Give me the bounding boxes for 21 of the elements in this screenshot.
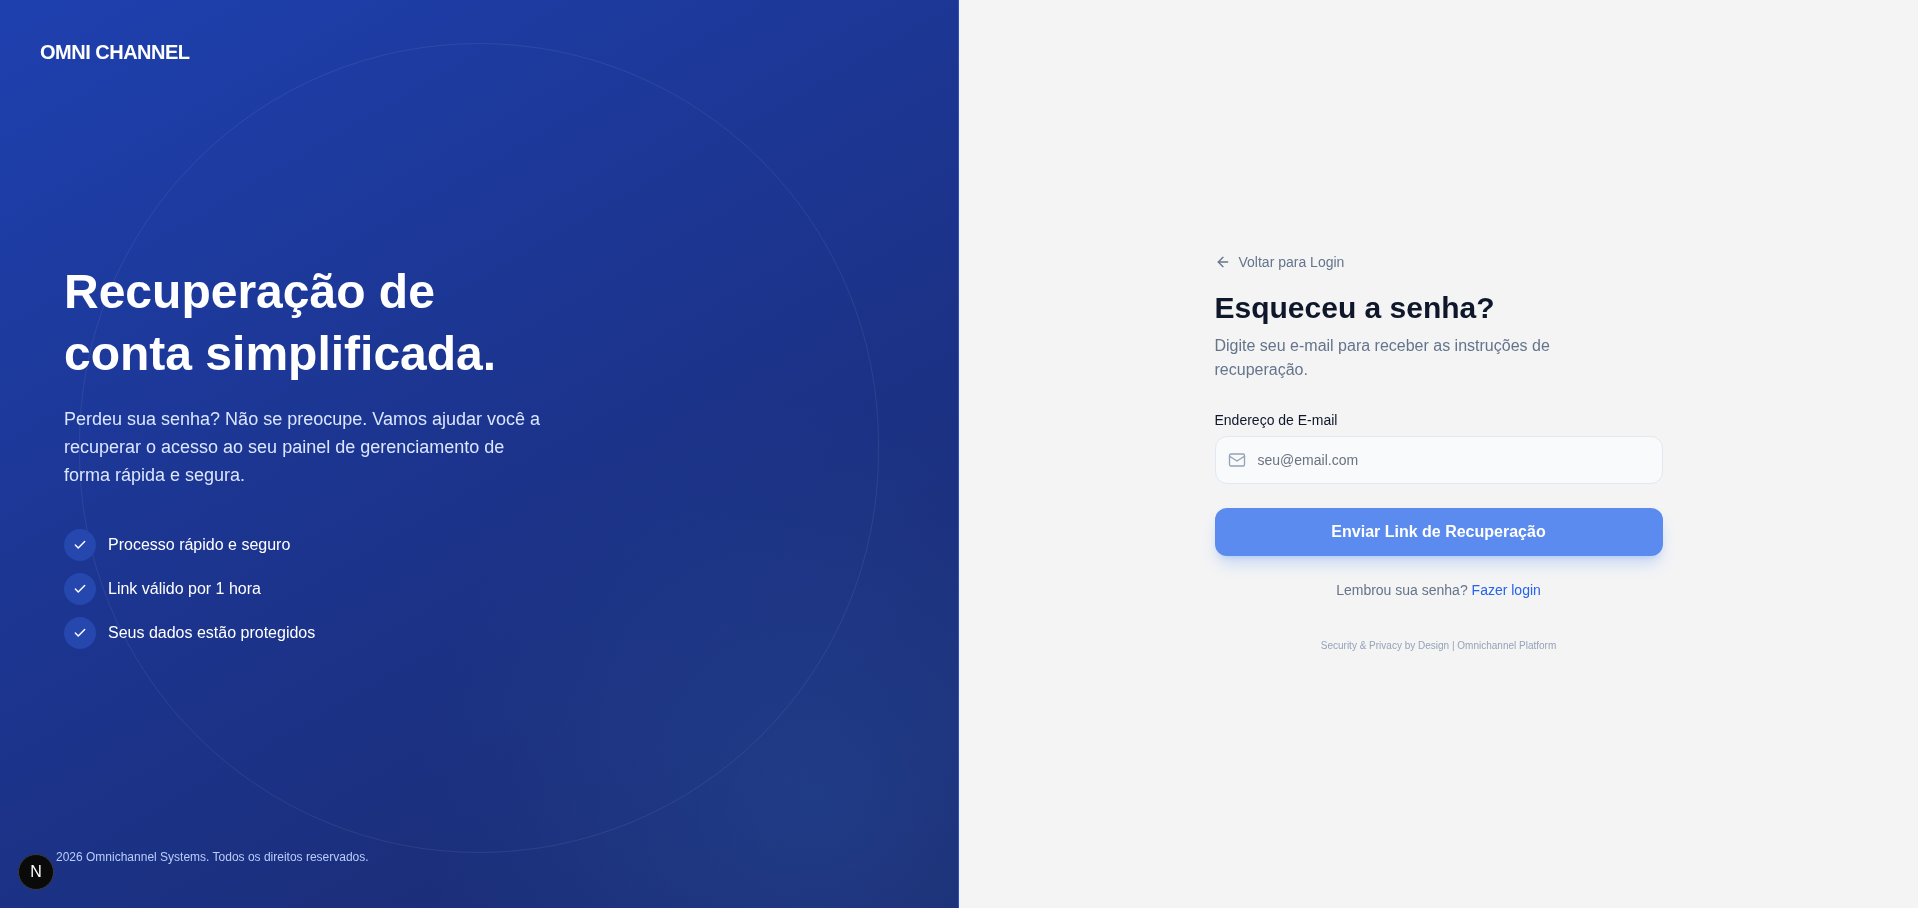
form-subtitle: Digite seu e-mail para receber as instruções de recuperação. [1214, 336, 1551, 380]
back-link[interactable]: Voltar para Login [1214, 252, 1345, 272]
feature-label: Seus dados estão protegidos [108, 623, 316, 643]
login-prompt-text: Lembrou sua senha? [1336, 582, 1468, 598]
form-title: Esqueceu a senha? [1214, 290, 1496, 326]
check-icon [64, 573, 96, 605]
email-input[interactable]: seu@email.com [1214, 436, 1663, 484]
dev-badge[interactable]: N [18, 854, 54, 890]
hero-title: Recuperação de conta simplificada. [64, 264, 498, 382]
mail-icon [1227, 451, 1246, 469]
login-link[interactable]: Fazer login [1471, 582, 1541, 598]
check-icon [64, 617, 96, 649]
feature-label: Processo rápido e seguro [108, 535, 291, 555]
feature-label: Link válido por 1 hora [108, 579, 261, 599]
brand-logo: OMNI CHANNEL [40, 41, 190, 63]
submit-button[interactable]: Enviar Link de Recuperação [1214, 508, 1663, 556]
copyright-text: 2026 Omnichannel Systems. Todos os direitos reservados. [56, 850, 369, 864]
check-icon [64, 529, 96, 561]
footer-note: Security & Privacy by Design | Omnichannel Platform [1320, 640, 1557, 651]
hero-description: Perdeu sua senha? Não se preocupe. Vamos ajudar você a recuperar o acesso ao seu painel de gerenciamento de forma rápida e segura. [64, 408, 541, 487]
email-label: Endereço de E-mail [1214, 411, 1338, 430]
